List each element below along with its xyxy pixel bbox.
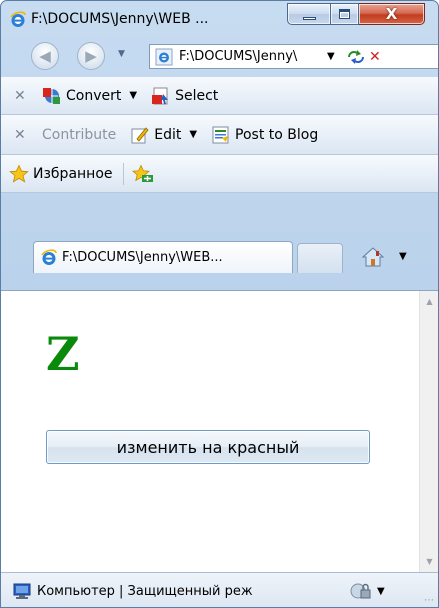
security-dropdown-icon[interactable]: ▼ xyxy=(377,586,385,597)
address-dropdown[interactable]: ▼ xyxy=(327,51,341,62)
close-toolbar-icon[interactable]: ✕ xyxy=(14,88,28,104)
minimize-button[interactable] xyxy=(287,3,331,25)
contribute-button[interactable]: Contribute xyxy=(42,127,116,143)
convert-button[interactable]: Convert ▼ xyxy=(42,86,137,106)
ie-icon xyxy=(10,11,26,27)
close-toolbar-icon[interactable]: ✕ xyxy=(14,127,28,143)
post-to-blog-button[interactable]: Post to Blog xyxy=(211,125,318,145)
close-icon: X xyxy=(385,5,398,23)
pdf-select-icon xyxy=(152,87,169,104)
security-icon[interactable] xyxy=(349,581,373,601)
minimize-icon xyxy=(302,16,316,20)
contribute-toolbar: ✕ Contribute Edit ▼ Post to Blog xyxy=(1,115,438,155)
refresh-icon[interactable] xyxy=(345,48,367,66)
page-heading: Z xyxy=(46,327,80,381)
page-content: Z изменить на красный ▲ ▼ xyxy=(1,290,438,573)
address-bar[interactable]: F:\DOCUMS\Jenny\ ▼ ✕ xyxy=(149,44,438,69)
status-bar: Компьютер | Защищенный реж ▼ ⋯ xyxy=(1,572,438,607)
scroll-up-icon[interactable]: ▲ xyxy=(420,293,438,310)
add-favorites-icon[interactable] xyxy=(131,164,154,184)
maximize-button[interactable] xyxy=(331,3,359,25)
edit-icon xyxy=(131,126,149,143)
window-title: F:\DOCUMS\Jenny\WEB ... xyxy=(31,11,209,27)
favorites-button[interactable]: Избранное xyxy=(9,164,113,184)
address-input[interactable]: F:\DOCUMS\Jenny\ xyxy=(179,49,321,64)
scroll-down-icon[interactable]: ▼ xyxy=(420,553,438,570)
stop-icon[interactable]: ✕ xyxy=(369,49,381,65)
edit-label: Edit xyxy=(154,126,182,143)
post-to-blog-label: Post to Blog xyxy=(235,126,319,143)
favorites-bar: Избранное xyxy=(1,155,438,193)
tab-current[interactable]: F:\DOCUMS\Jenny\WEB... xyxy=(33,241,293,273)
title-bar[interactable]: F:\DOCUMS\Jenny\WEB ... X xyxy=(1,1,438,37)
maximize-icon xyxy=(339,9,350,19)
ie-page-icon xyxy=(155,48,173,65)
home-dropdown-icon[interactable]: ▼ xyxy=(399,251,407,262)
forward-arrow-icon: ▶ xyxy=(85,47,97,65)
browser-window: F:\DOCUMS\Jenny\WEB ... X ◀ ▶ ▼ F:\DOCUM… xyxy=(0,0,439,608)
new-tab-button[interactable] xyxy=(297,243,343,273)
home-icon[interactable] xyxy=(361,245,385,269)
blog-post-icon xyxy=(212,126,229,143)
tab-row: F:\DOCUMS\Jenny\WEB... ▼ xyxy=(1,193,438,290)
navigation-bar: ◀ ▶ ▼ F:\DOCUMS\Jenny\ ▼ ✕ xyxy=(1,37,438,77)
computer-zone-icon xyxy=(13,583,31,599)
edit-dropdown-icon[interactable]: ▼ xyxy=(189,129,197,140)
pdf-convert-icon xyxy=(43,87,60,104)
close-button[interactable]: X xyxy=(359,3,425,25)
vertical-scrollbar[interactable]: ▲ ▼ xyxy=(419,291,438,573)
favorites-label: Избранное xyxy=(33,165,113,182)
security-zone-text: Компьютер | Защищенный реж xyxy=(37,583,253,599)
back-button[interactable]: ◀ xyxy=(31,42,59,70)
pdf-toolbar: ✕ Convert ▼ Select xyxy=(1,77,438,115)
resize-grip[interactable]: ⋯ xyxy=(424,595,434,606)
favorites-star-icon xyxy=(9,164,29,183)
ie-tab-icon xyxy=(41,248,57,265)
convert-dropdown-icon[interactable]: ▼ xyxy=(129,90,137,101)
convert-label: Convert xyxy=(66,87,122,104)
forward-button[interactable]: ▶ xyxy=(77,42,105,70)
contribute-label: Contribute xyxy=(42,126,117,143)
recent-pages-dropdown[interactable]: ▼ xyxy=(118,49,125,59)
tab-title: F:\DOCUMS\Jenny\WEB... xyxy=(62,250,223,265)
change-to-red-button[interactable]: изменить на красный xyxy=(46,430,370,464)
edit-button[interactable]: Edit ▼ xyxy=(130,125,197,145)
back-arrow-icon: ◀ xyxy=(39,47,51,65)
caption-buttons: X xyxy=(287,3,425,25)
select-button[interactable]: Select xyxy=(151,86,218,106)
toolbar-divider xyxy=(122,162,124,185)
select-label: Select xyxy=(175,87,219,104)
